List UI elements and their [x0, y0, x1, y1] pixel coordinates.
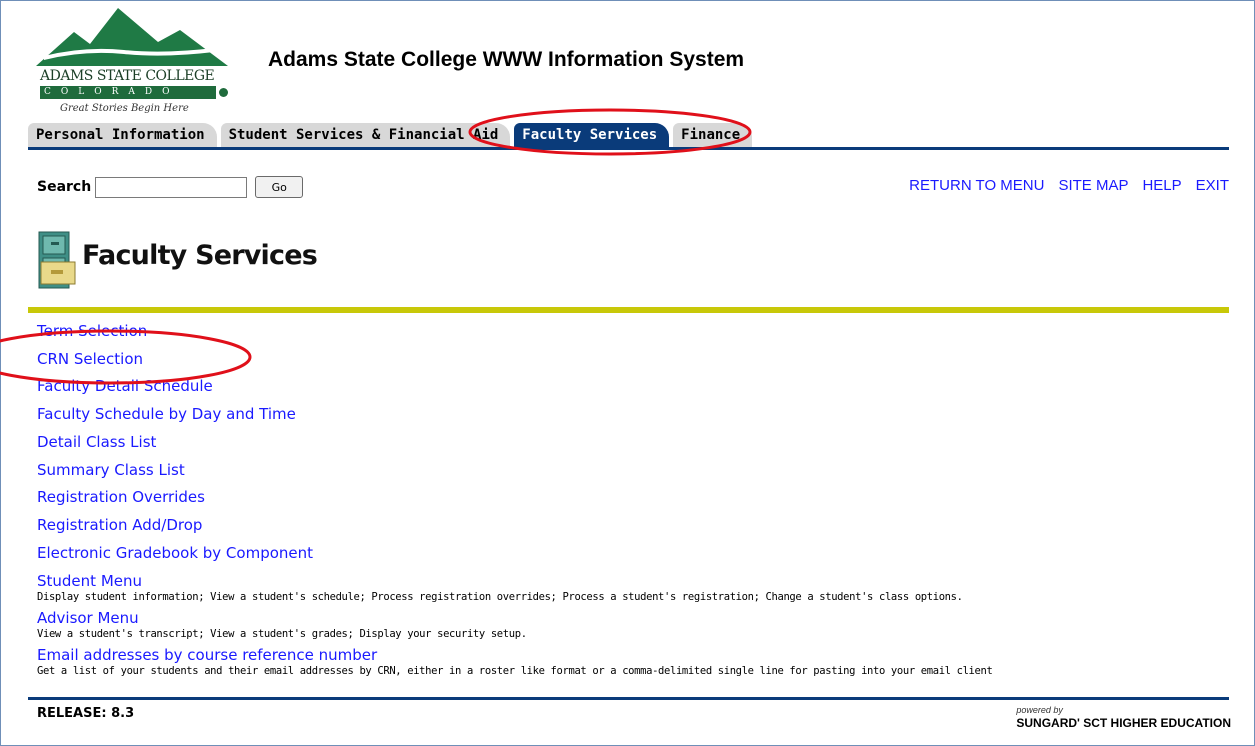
tab-faculty-services[interactable]: Faculty Services — [514, 123, 670, 148]
logo-subtitle: COLORADO — [40, 86, 216, 99]
site-map-link[interactable]: SITE MAP — [1058, 177, 1128, 194]
tab-student-services[interactable]: Student Services & Financial Aid — [220, 123, 511, 148]
section-divider — [28, 307, 1229, 313]
menu-link-registration-add-drop[interactable]: Registration Add/Drop — [37, 512, 1227, 540]
main-tabs: Personal Information Student Services & … — [28, 118, 756, 148]
college-logo[interactable]: ADAMS STATE COLLEGE COLORADO Great Stori… — [34, 8, 230, 120]
powered-by-text: powered by — [1016, 705, 1063, 715]
tab-finance[interactable]: Finance — [673, 123, 753, 148]
file-cabinet-icon — [38, 231, 76, 289]
faculty-menu: Term Selection CRN Selection Faculty Det… — [37, 318, 1227, 678]
search-label: Search — [37, 179, 92, 195]
site-title: Adams State College WWW Information Syst… — [268, 48, 745, 71]
go-button[interactable]: Go — [255, 176, 304, 198]
menu-link-student-menu[interactable]: Student Menu — [37, 571, 1227, 591]
menu-link-summary-class-list[interactable]: Summary Class List — [37, 457, 1227, 485]
tab-personal-information[interactable]: Personal Information — [28, 123, 217, 148]
menu-link-faculty-detail-schedule[interactable]: Faculty Detail Schedule — [37, 373, 1227, 401]
menu-link-email-by-crn[interactable]: Email addresses by course reference numb… — [37, 645, 1227, 665]
tab-underline — [28, 147, 1229, 150]
mountain-logo-icon — [36, 8, 228, 66]
sungard-brand: SUNGARD' SCT HIGHER EDUCATION — [1016, 716, 1231, 730]
help-link[interactable]: HELP — [1142, 177, 1181, 194]
logo-dot-icon — [219, 88, 228, 97]
menu-link-detail-class-list[interactable]: Detail Class List — [37, 429, 1227, 457]
menu-link-electronic-gradebook[interactable]: Electronic Gradebook by Component — [37, 540, 1227, 568]
return-to-menu-link[interactable]: RETURN TO MENU — [909, 177, 1044, 194]
page-title: Faculty Services — [82, 240, 318, 271]
menu-desc-email-by-crn: Get a list of your students and their em… — [37, 665, 993, 678]
search-input[interactable] — [95, 176, 248, 198]
top-nav-links: RETURN TO MENU SITE MAP HELP EXIT — [895, 177, 1229, 194]
menu-link-advisor-menu[interactable]: Advisor Menu — [37, 608, 1227, 628]
menu-link-faculty-schedule-day-time[interactable]: Faculty Schedule by Day and Time — [37, 401, 1227, 429]
menu-link-term-selection[interactable]: Term Selection — [37, 318, 1227, 346]
menu-link-crn-selection[interactable]: CRN Selection — [37, 346, 1227, 374]
menu-desc-student-menu: Display student information; View a stud… — [37, 591, 963, 604]
powered-by-logo: powered by SUNGARD' SCT HIGHER EDUCATION — [1016, 705, 1231, 731]
logo-name: ADAMS STATE COLLEGE — [40, 68, 215, 84]
menu-desc-advisor-menu: View a student's transcript; View a stud… — [37, 628, 527, 641]
exit-link[interactable]: EXIT — [1196, 177, 1229, 194]
footer-divider — [28, 697, 1229, 700]
logo-tagline: Great Stories Begin Here — [60, 103, 189, 114]
menu-link-registration-overrides[interactable]: Registration Overrides — [37, 484, 1227, 512]
release-label: RELEASE: 8.3 — [37, 706, 135, 721]
search-bar: Search Go — [37, 176, 304, 198]
